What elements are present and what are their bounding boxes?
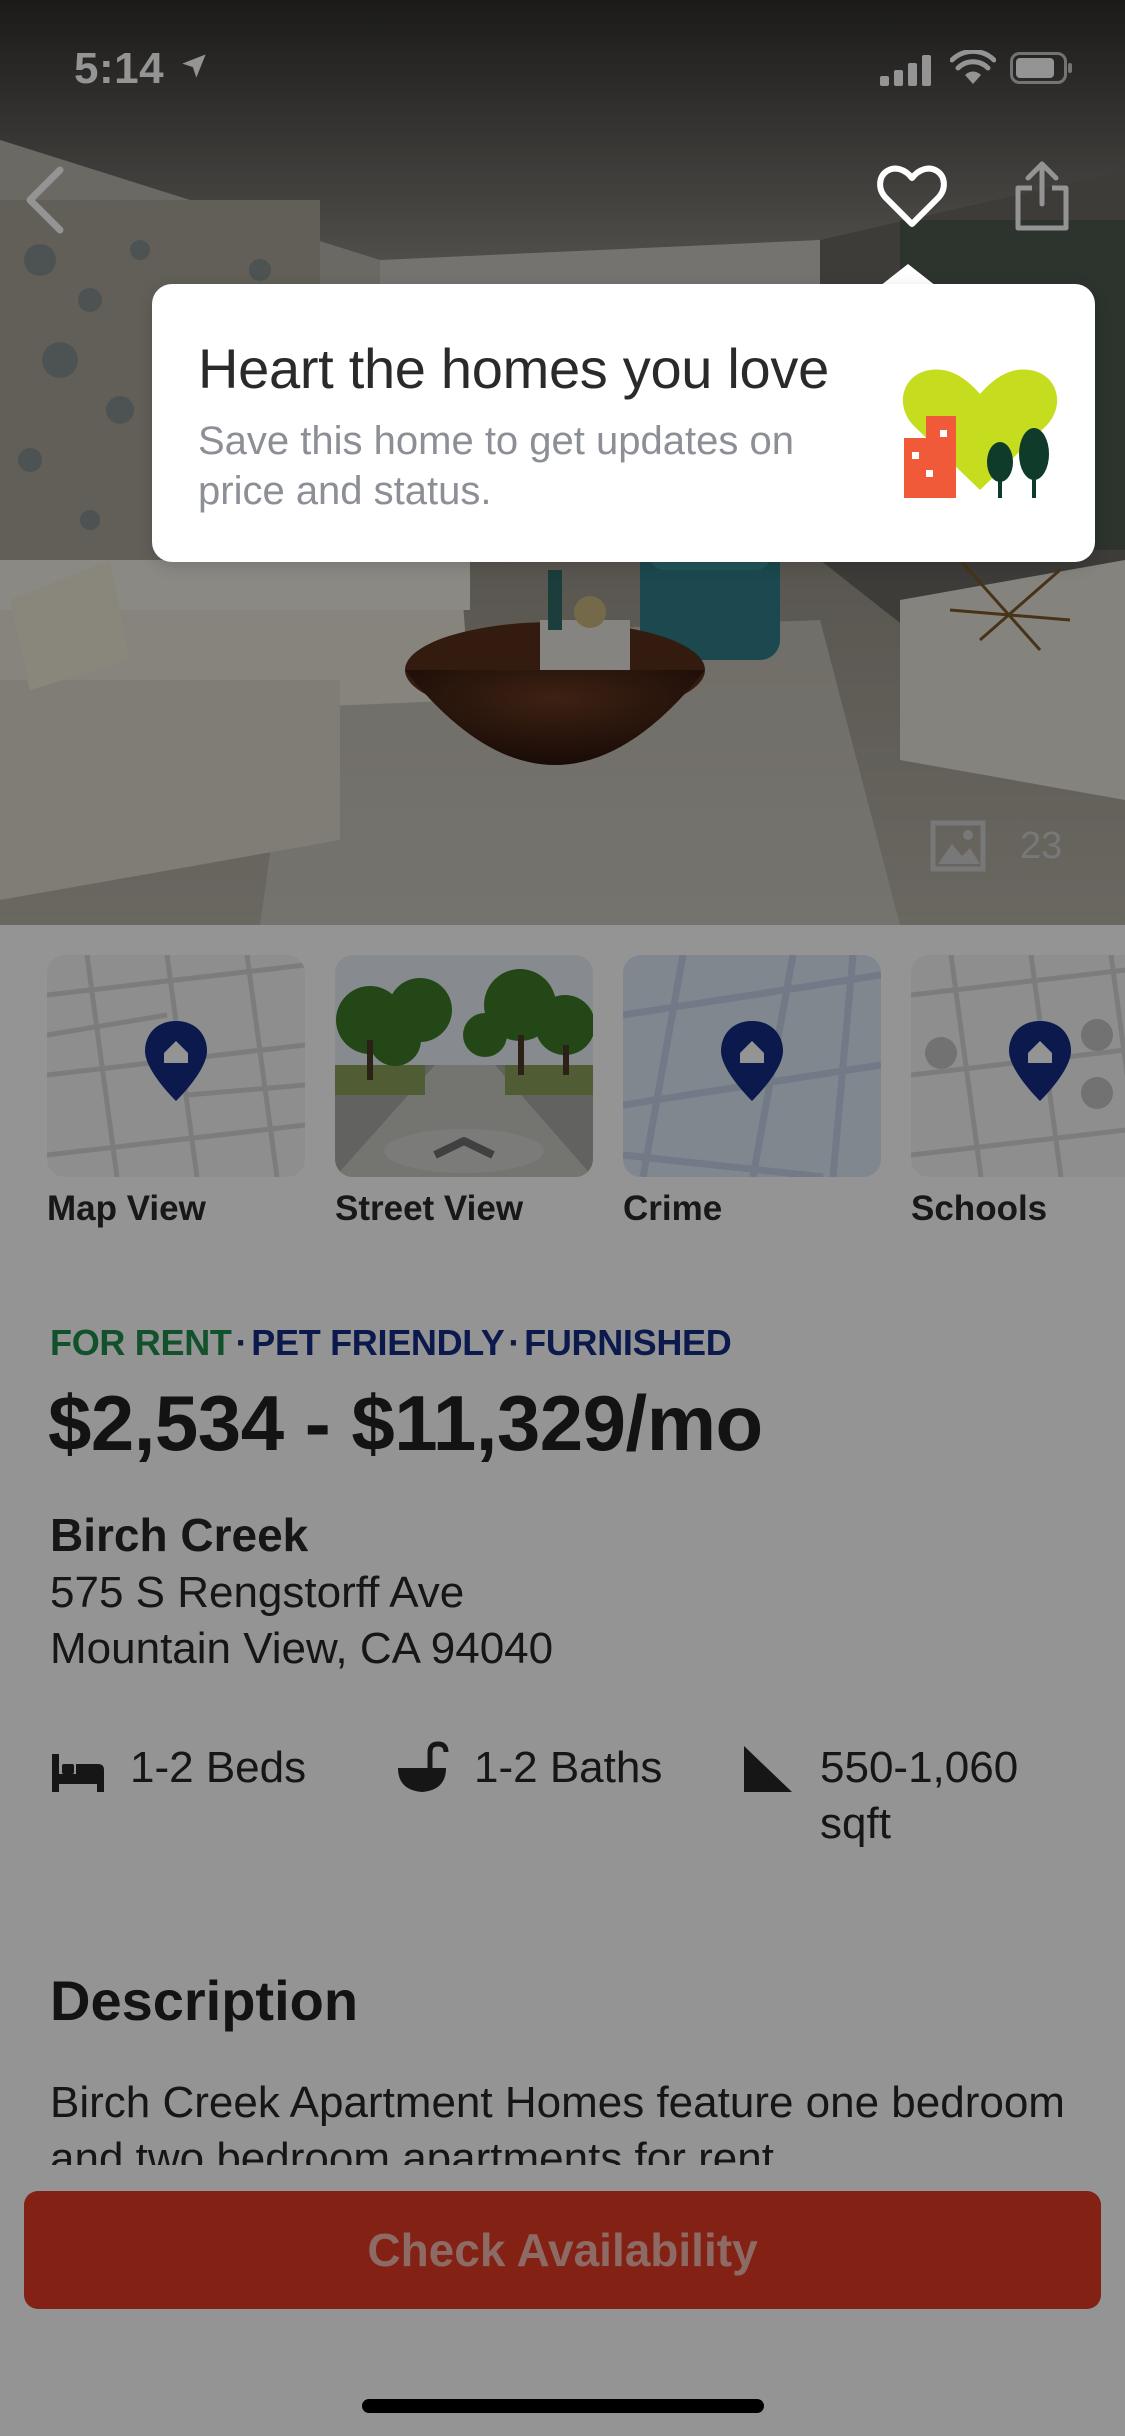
furnished-tag: FURNISHED (524, 1322, 732, 1363)
map-view-thumbnail (47, 955, 305, 1177)
description-text: Birch Creek Apartment Homes feature one … (50, 2078, 1065, 2175)
for-rent-tag: FOR RENT (50, 1322, 232, 1363)
description-heading: Description (50, 1969, 359, 2032)
location-arrow-icon (180, 52, 208, 85)
status-time: 5:14 (74, 44, 165, 93)
sqft-fact: 550-1,060 sqft (740, 1740, 1018, 1852)
listing-tags: FOR RENT · PET FRIENDLY · FURNISHED (50, 1322, 732, 1363)
home-indicator[interactable] (362, 2399, 764, 2413)
baths-fact: 1-2 Baths (394, 1740, 662, 1796)
bathtub-icon (398, 1741, 449, 1792)
heart-homes-illustration-icon (900, 360, 1060, 505)
address-line2: Mountain View, CA 94040 (50, 1624, 554, 1673)
tooltip-arrow (880, 264, 936, 286)
schools-thumbnail (911, 955, 1125, 1177)
thumbnail-row: Map View Street View Crime Schools (0, 955, 1125, 1235)
wifi-icon (949, 48, 997, 91)
crime-label: Crime (623, 1189, 723, 1228)
check-availability-button[interactable]: Check Availability (24, 2191, 1101, 2309)
battery-icon (1010, 52, 1074, 89)
tooltip-body: Save this home to get updates on price a… (198, 419, 794, 513)
street-view-thumbnail (335, 955, 593, 1177)
schools-label: Schools (911, 1189, 1048, 1228)
crime-card[interactable]: Crime (623, 955, 881, 1229)
signal-icon (880, 54, 936, 91)
heart-icon[interactable] (876, 162, 948, 234)
photo-count-number: 23 (1020, 824, 1063, 867)
share-icon[interactable] (1012, 158, 1072, 234)
map-view-label: Map View (47, 1189, 206, 1228)
beds-fact: 1-2 Beds (50, 1740, 306, 1796)
street-view-card[interactable]: Street View (335, 955, 593, 1229)
bed-icon (52, 1754, 104, 1792)
gallery-icon (930, 820, 986, 872)
sqft-value: 550-1,060 (820, 1743, 1019, 1792)
back-icon[interactable] (18, 162, 78, 234)
property-name: Birch Creek (50, 1509, 309, 1561)
property-facts: 1-2 Beds 1-2 Baths 550-1,060 sqft (50, 1740, 1090, 1860)
area-icon (744, 1746, 792, 1792)
baths-text: 1-2 Baths (474, 1743, 663, 1792)
street-view-label: Street View (335, 1189, 524, 1228)
address-line1: 575 S Rengstorff Ave (50, 1568, 465, 1617)
pet-friendly-tag: PET FRIENDLY (251, 1322, 505, 1363)
crime-thumbnail (623, 955, 881, 1177)
tooltip-title: Heart the homes you love (198, 337, 829, 400)
status-bar: 5:14 (0, 0, 1125, 132)
schools-card[interactable]: Schools (911, 955, 1125, 1229)
photo-count[interactable]: 23 (930, 820, 1062, 872)
beds-text: 1-2 Beds (130, 1743, 307, 1792)
map-view-card[interactable]: Map View (47, 955, 305, 1229)
price-range: $2,534 - $11,329/mo (48, 1379, 763, 1467)
sqft-unit: sqft (820, 1799, 891, 1848)
favorite-tooltip[interactable]: Heart the homes you love Save this home … (152, 284, 1095, 562)
